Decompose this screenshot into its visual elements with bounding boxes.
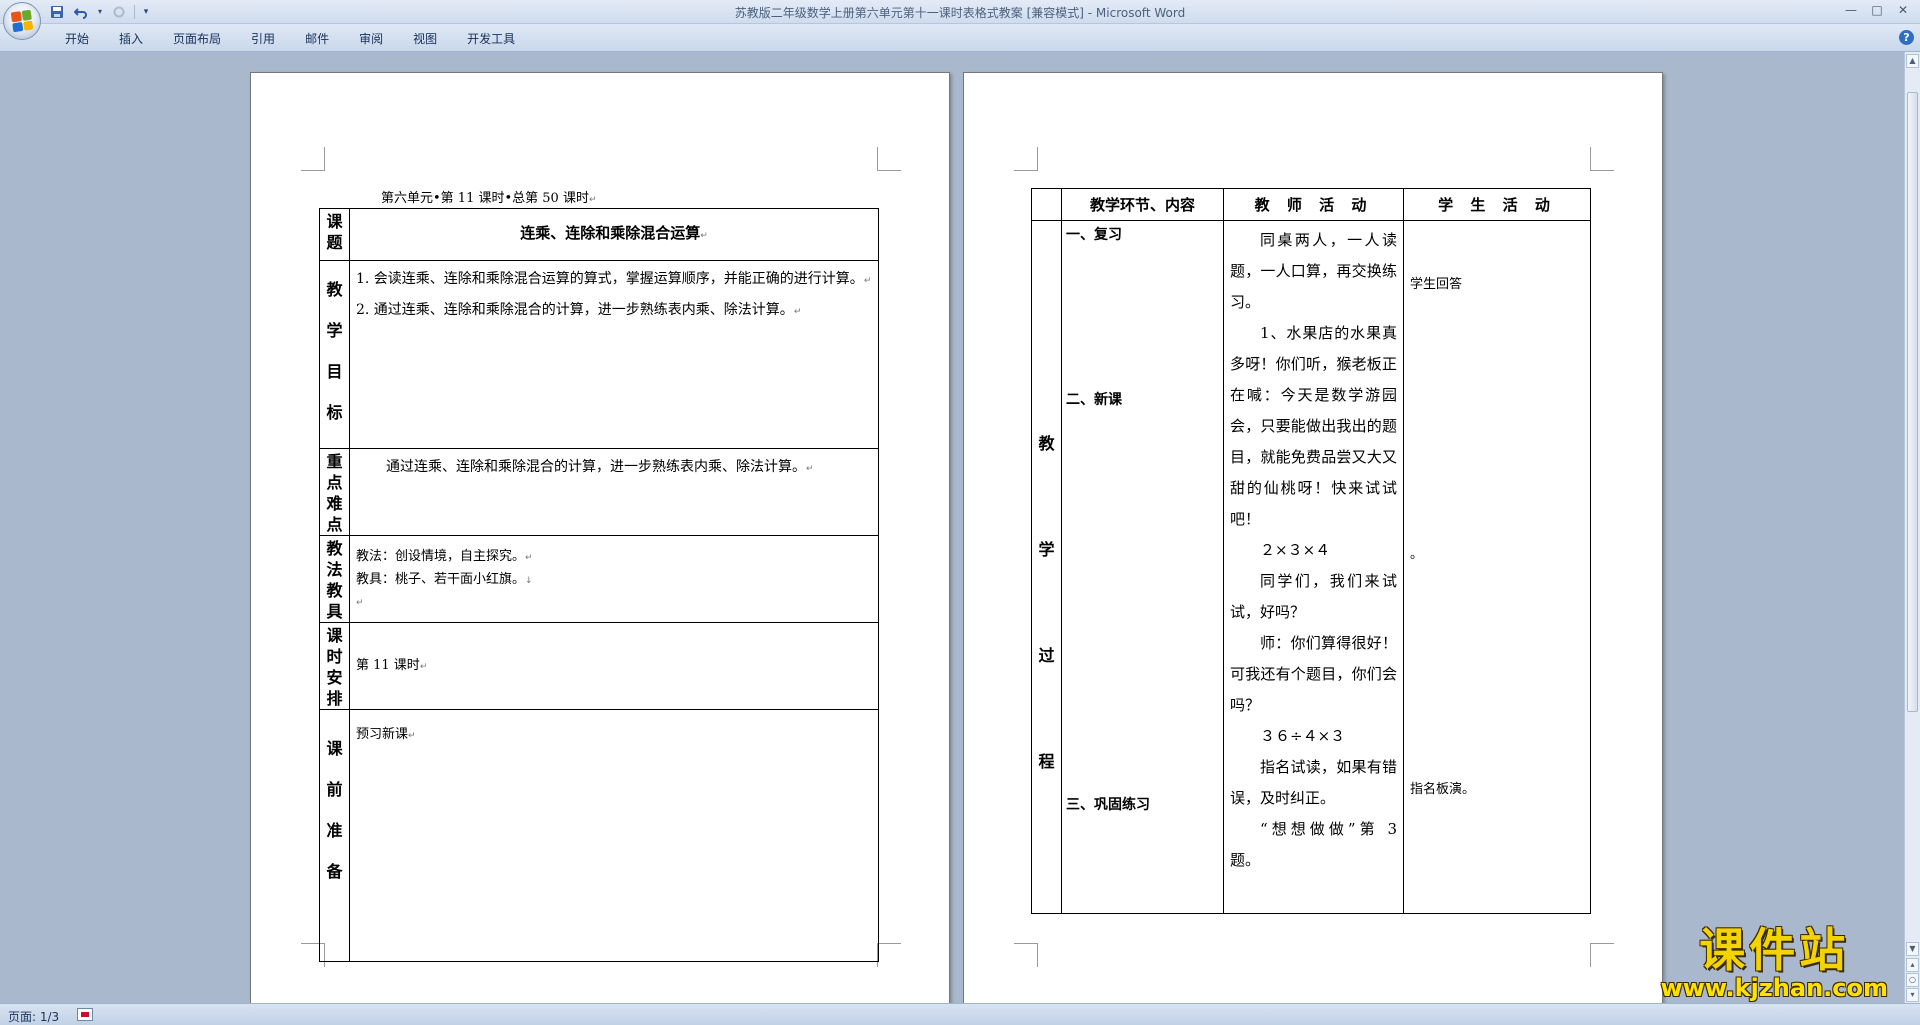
page-count[interactable]: 页面: 1/3 — [8, 1008, 59, 1025]
teacher-item: “想想做做”第 3 题。 — [1230, 820, 1397, 869]
teacher-item: ２×３×４ — [1260, 541, 1331, 559]
vertical-scrollbar[interactable]: ▲ ▼ ▴ ○ ▾ — [1904, 52, 1920, 1003]
process-table: 教学环节、内容 教 师 活 动 学 生 活 动 教 学 过 程 一、复习 二、新… — [1031, 188, 1591, 914]
window-title: 苏教版二年级数学上册第六单元第十一课时表格式教案 [兼容模式] - Micros… — [734, 6, 1186, 20]
topic-label: 课 题 — [319, 208, 350, 261]
goals-label: 教 学 目 标 — [319, 260, 350, 449]
student-item: 。 — [1410, 547, 1424, 562]
teacher-item: 同桌两人，一人读题，一人口算，再交换练习。 — [1230, 231, 1397, 311]
ribbon-tabs: 开始 插入 页面布局 引用 邮件 审阅 视图 开发工具 — [50, 30, 530, 48]
browse-object-icon[interactable]: ○ — [1906, 973, 1919, 987]
table-row: 教 学 目 标 1. 会读连乘、连除和乘除混合运算的算式，掌握运算顺序，并能正确… — [319, 260, 879, 449]
page-2[interactable]: 教学环节、内容 教 师 活 动 学 生 活 动 教 学 过 程 一、复习 二、新… — [963, 72, 1663, 1003]
watermark-url: www.kjzhan.com — [1660, 974, 1888, 1002]
crop-mark — [1590, 943, 1614, 967]
table-row: 课 时 安 排 第 11 课时↵ — [319, 622, 879, 710]
teacher-item: 指名试读，如果有错误，及时纠正。 — [1230, 758, 1397, 807]
maximize-button[interactable]: □ — [1864, 0, 1890, 20]
goal-item: 2. 通过连乘、连除和乘除混合的计算，进一步熟练表内乘、除法计算。↵ — [356, 302, 802, 318]
key-points-label: 重 点 难 点 — [319, 448, 350, 536]
page-1[interactable]: 第六单元•第 11 课时•总第 50 课时↵ 课 题 连乘、连除和乘除混合运算↵… — [250, 72, 950, 1003]
title-bar: ▾ ▾ 苏教版二年级数学上册第六单元第十一课时表格式教案 [兼容模式] - Mi… — [0, 0, 1920, 24]
lesson-header: 第六单元•第 11 课时•总第 50 课时↵ — [381, 191, 597, 206]
teacher-item: 师：你们算得很好！可我还有个题目，你们会吗？ — [1230, 634, 1397, 714]
preparation[interactable]: 预习新课↵ — [349, 709, 879, 962]
stages-column[interactable]: 一、复习 二、新课 三、巩固练习 — [1061, 220, 1224, 914]
lesson-schedule[interactable]: 第 11 课时↵ — [349, 622, 879, 710]
office-button[interactable] — [3, 2, 41, 40]
office-logo-icon — [10, 9, 34, 33]
process-label: 教 学 过 程 — [1031, 220, 1062, 914]
help-icon[interactable]: ? — [1899, 30, 1914, 45]
table-row: 教 学 过 程 一、复习 二、新课 三、巩固练习 同桌两人，一人读题，一人口算，… — [1031, 220, 1591, 914]
next-page-icon[interactable]: ▾ — [1906, 988, 1919, 1002]
tab-mailings[interactable]: 邮件 — [290, 30, 344, 48]
site-watermark: 课件站 www.kjzhan.com — [1661, 925, 1888, 1001]
header-teacher: 教 师 活 动 — [1223, 188, 1404, 221]
status-bar: 页面: 1/3 — [0, 1003, 1920, 1025]
window-controls: — □ ✕ — [1838, 0, 1916, 20]
tab-references[interactable]: 引用 — [236, 30, 290, 48]
teacher-item: 1、水果店的水果真多呀！你们听，猴老板正在喊：今天是数学游园会，只要能做出我出的… — [1230, 324, 1397, 528]
proofing-icon[interactable] — [77, 1008, 93, 1021]
teacher-activities[interactable]: 同桌两人，一人读题，一人口算，再交换练习。 1、水果店的水果真多呀！你们听，猴老… — [1223, 220, 1404, 914]
header-student: 学 生 活 动 — [1403, 188, 1591, 221]
tab-developer[interactable]: 开发工具 — [452, 30, 530, 48]
section-new-lesson: 二、新课 — [1066, 392, 1122, 408]
teaching-methods[interactable]: 教法：创设情境，自主探究。↵ 教具：桃子、若干面小红旗。↓ ↵ — [349, 535, 879, 623]
goal-item: 1. 会读连乘、连除和乘除混合运算的算式，掌握运算顺序，并能正确的进行计算。↵ — [356, 271, 872, 287]
student-item: 指名板演。 — [1410, 782, 1476, 797]
crop-mark — [877, 943, 901, 967]
tab-page-layout[interactable]: 页面布局 — [158, 30, 236, 48]
section-review: 一、复习 — [1066, 227, 1122, 243]
header-stage: 教学环节、内容 — [1061, 188, 1224, 221]
close-button[interactable]: ✕ — [1890, 0, 1916, 20]
teacher-item: 同学们，我们来试试，好吗？ — [1230, 572, 1397, 621]
table-row: 课 前 准 备 预习新课↵ — [319, 709, 879, 962]
method-text: 教法：创设情境，自主探究。 — [356, 549, 526, 564]
teacher-item: ３６÷４×３ — [1260, 727, 1346, 745]
teaching-goals[interactable]: 1. 会读连乘、连除和乘除混合运算的算式，掌握运算顺序，并能正确的进行计算。↵ … — [349, 260, 879, 449]
tab-view[interactable]: 视图 — [398, 30, 452, 48]
table-row: 教 法 教 具 教法：创设情境，自主探究。↵ 教具：桃子、若干面小红旗。↓ ↵ — [319, 535, 879, 623]
section-practice: 三、巩固练习 — [1066, 797, 1150, 813]
schedule-label: 课 时 安 排 — [319, 622, 350, 710]
tab-insert[interactable]: 插入 — [104, 30, 158, 48]
lesson-plan-table: 课 题 连乘、连除和乘除混合运算↵ 教 学 目 标 1. 会读连乘、连除和乘除混… — [319, 208, 879, 962]
table-row: 课 题 连乘、连除和乘除混合运算↵ — [319, 208, 879, 261]
table-row: 重 点 难 点 通过连乘、连除和乘除混合的计算，进一步熟练表内乘、除法计算。↵ — [319, 448, 879, 536]
student-activities[interactable]: 学生回答 。 指名板演。 — [1403, 220, 1591, 914]
crop-mark — [301, 147, 325, 171]
minimize-button[interactable]: — — [1838, 0, 1864, 20]
crop-mark — [1014, 943, 1038, 967]
watermark-brand: 课件站 — [1699, 923, 1850, 977]
lesson-topic[interactable]: 连乘、连除和乘除混合运算↵ — [349, 208, 879, 261]
crop-mark — [877, 147, 901, 171]
tab-home[interactable]: 开始 — [50, 30, 104, 48]
crop-mark — [1590, 147, 1614, 171]
method-label: 教 法 教 具 — [319, 535, 350, 623]
student-item: 学生回答 — [1410, 277, 1463, 292]
prev-page-icon[interactable]: ▴ — [1906, 958, 1919, 972]
crop-mark — [1014, 147, 1038, 171]
key-points[interactable]: 通过连乘、连除和乘除混合的计算，进一步熟练表内乘、除法计算。↵ — [349, 448, 879, 536]
tab-review[interactable]: 审阅 — [344, 30, 398, 48]
preparation-label: 课 前 准 备 — [319, 709, 350, 962]
scrollbar-thumb[interactable] — [1907, 92, 1918, 712]
table-header-row: 教学环节、内容 教 师 活 动 学 生 活 动 — [1031, 188, 1591, 221]
document-area[interactable]: 第六单元•第 11 课时•总第 50 课时↵ 课 题 连乘、连除和乘除混合运算↵… — [0, 52, 1904, 1003]
scroll-up-icon[interactable]: ▲ — [1906, 54, 1919, 68]
ribbon: 开始 插入 页面布局 引用 邮件 审阅 视图 开发工具 ? — [0, 24, 1920, 52]
tools-text: 教具：桃子、若干面小红旗。 — [356, 572, 526, 587]
scroll-down-icon[interactable]: ▼ — [1906, 942, 1919, 956]
